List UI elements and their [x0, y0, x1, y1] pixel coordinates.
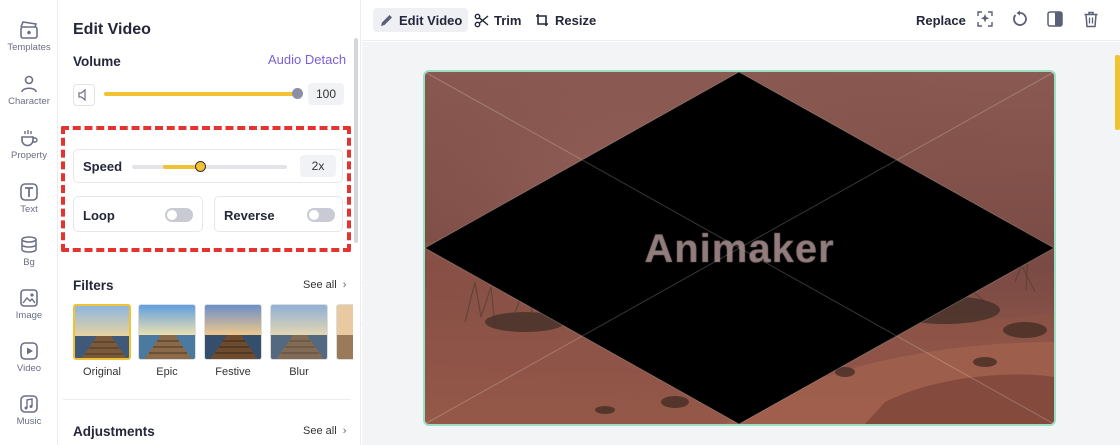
- edit-video-label: Edit Video: [399, 12, 463, 28]
- rail-label: Video: [16, 363, 42, 374]
- panel-title: Edit Video: [73, 21, 151, 38]
- resize-tab[interactable]: Resize: [529, 8, 602, 32]
- chevron-right-icon: ›: [342, 279, 347, 291]
- rail-item-bg[interactable]: Bg: [0, 235, 58, 268]
- rail-label: Property: [11, 150, 47, 161]
- rail-label: Image: [15, 310, 43, 321]
- magic-crop-icon: [977, 11, 993, 27]
- scissors-icon: [474, 13, 489, 27]
- adjustments-title: Adjustments: [73, 424, 155, 439]
- volume-slider-handle[interactable]: [292, 88, 303, 99]
- filter-thumbnail: [336, 304, 353, 360]
- cup-icon: [21, 130, 38, 147]
- video-element[interactable]: Animaker: [423, 70, 1056, 426]
- rotate-icon: [1013, 10, 1027, 26]
- crop-icon: [536, 13, 548, 26]
- music-note-icon: [20, 395, 38, 413]
- rail-item-templates[interactable]: Templates: [0, 20, 58, 53]
- audio-detach-link[interactable]: Audio Detach: [268, 52, 346, 67]
- filter-label: Original: [83, 366, 121, 378]
- flip-icon: [1047, 11, 1063, 27]
- flip-button[interactable]: [1046, 10, 1064, 33]
- rail-label: Character: [8, 96, 50, 107]
- speed-card: Speed 2x: [73, 149, 343, 183]
- speaker-icon: [78, 88, 86, 102]
- volume-slider-fill: [104, 92, 297, 96]
- filter-festive[interactable]: Festive: [204, 304, 262, 378]
- panel-scrollbar[interactable]: [354, 38, 358, 243]
- filter-thumbnail: [73, 304, 131, 360]
- rail-item-image[interactable]: Image: [0, 288, 58, 321]
- speed-label: Speed: [83, 159, 123, 174]
- chevron-right-icon: ›: [342, 425, 347, 437]
- filter-thumbnail: [204, 304, 262, 360]
- loop-label: Loop: [83, 208, 115, 223]
- text-t-icon: [20, 183, 38, 201]
- play-icon: [20, 342, 38, 360]
- mute-button[interactable]: [73, 84, 95, 106]
- magic-crop-button[interactable]: [976, 10, 994, 33]
- see-all-label: See all: [303, 425, 337, 437]
- highlight-box: [61, 126, 351, 252]
- top-toolbar: Edit Video Trim Resize Replace: [362, 0, 1120, 41]
- speed-value[interactable]: 2x: [300, 155, 336, 177]
- volume-slider[interactable]: [104, 88, 303, 99]
- pencil-icon: [381, 14, 392, 26]
- rail-label: Bg: [23, 257, 35, 268]
- adjustments-see-all-link[interactable]: See all ›: [303, 425, 346, 437]
- filter-epic[interactable]: Epic: [138, 304, 196, 378]
- rail-item-text[interactable]: Text: [0, 182, 58, 215]
- filters-title: Filters: [73, 278, 114, 293]
- rail-item-property[interactable]: Property: [0, 128, 58, 161]
- trim-label: Trim: [494, 12, 522, 28]
- filter-original[interactable]: Original: [73, 304, 131, 378]
- toggle-knob: [309, 210, 319, 220]
- reverse-card: Reverse: [214, 196, 343, 232]
- trash-icon: [1084, 11, 1098, 28]
- replace-label: Replace: [916, 12, 966, 28]
- replace-button[interactable]: Replace: [910, 8, 972, 32]
- layers-icon: [21, 236, 37, 253]
- person-icon: [21, 75, 37, 93]
- filters-see-all-link[interactable]: See all ›: [303, 279, 346, 291]
- rail-item-video[interactable]: Video: [0, 341, 58, 374]
- watermark-text: Animaker: [644, 227, 835, 271]
- left-icon-rail: Templates Character Property Text Bg Ima…: [0, 0, 58, 445]
- rail-item-character[interactable]: Character: [0, 74, 58, 107]
- filter-thumbnail: [138, 304, 196, 360]
- rail-item-music[interactable]: Music: [0, 394, 58, 427]
- filter-label: Festive: [215, 366, 251, 378]
- rail-label: Text: [20, 204, 38, 215]
- volume-label: Volume: [73, 54, 121, 69]
- trim-tab[interactable]: Trim: [468, 8, 527, 32]
- edit-video-tab[interactable]: Edit Video: [373, 8, 469, 32]
- clapperboard-icon: [20, 21, 38, 39]
- filter-label: Blur: [289, 366, 309, 378]
- filter-thumbnail: [270, 304, 328, 360]
- section-divider: [63, 399, 351, 400]
- filter-label: Epic: [156, 366, 178, 378]
- reverse-label: Reverse: [224, 208, 275, 223]
- filters-row: Original Epic Festive Blur: [73, 304, 353, 384]
- filter-partial[interactable]: [336, 304, 353, 360]
- rail-label: Templates: [7, 42, 51, 53]
- page-scrollbar[interactable]: [1115, 55, 1120, 130]
- reverse-toggle[interactable]: [307, 208, 335, 222]
- rail-label: Music: [16, 416, 42, 427]
- speed-slider[interactable]: [132, 161, 287, 172]
- delete-button[interactable]: [1082, 10, 1100, 33]
- toggle-knob: [167, 210, 177, 220]
- resize-label: Resize: [555, 12, 597, 28]
- rotate-button[interactable]: [1011, 10, 1029, 33]
- volume-value[interactable]: 100: [308, 83, 344, 105]
- see-all-label: See all: [303, 279, 337, 291]
- loop-toggle[interactable]: [165, 208, 193, 222]
- speed-slider-handle[interactable]: [195, 161, 207, 172]
- image-icon: [20, 289, 38, 307]
- filter-blur[interactable]: Blur: [270, 304, 328, 378]
- loop-card: Loop: [73, 196, 203, 232]
- edit-video-panel: Edit Video Volume Audio Detach 100 Speed…: [58, 0, 361, 445]
- canvas-stage: Animaker: [362, 42, 1120, 445]
